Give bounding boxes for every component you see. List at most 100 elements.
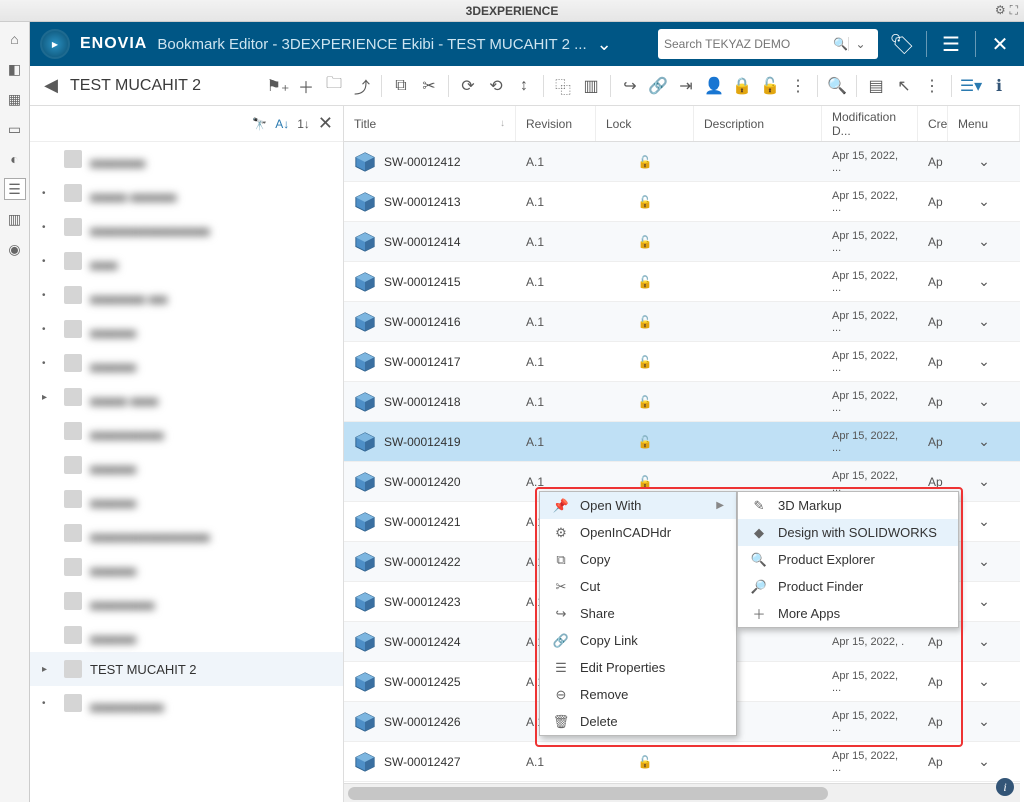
unlock-icon[interactable]: 🔓 — [757, 73, 783, 99]
menu-item[interactable]: 🗑Delete — [540, 708, 736, 735]
menu-item[interactable]: ⧉Copy — [540, 546, 736, 573]
row-menu-chevron-icon[interactable]: ⌄ — [978, 273, 990, 290]
search-icon[interactable]: 🔍 — [833, 37, 848, 51]
tree-item[interactable]: ▄▄▄▄▄ — [30, 448, 343, 482]
copy-icon[interactable]: ⧉ — [388, 73, 414, 99]
more2-icon[interactable]: ⋮ — [919, 73, 945, 99]
table-row[interactable]: SW-00012418 A.1 🔓 Apr 15, 2022, ... Ap ⌄ — [344, 382, 1020, 422]
compare-icon[interactable]: ▥ — [578, 73, 604, 99]
col-revision[interactable]: Revision — [516, 106, 596, 141]
tree-item[interactable]: • ▄▄▄ — [30, 244, 343, 278]
settings-gear-icon[interactable]: ⚙ — [995, 3, 1006, 18]
tree-item[interactable]: ▄▄▄▄▄ — [30, 482, 343, 516]
table-row[interactable]: SW-00012413 A.1 🔓 Apr 15, 2022, ... Ap ⌄ — [344, 182, 1020, 222]
row-menu-chevron-icon[interactable]: ⌄ — [978, 353, 990, 370]
row-menu-chevron-icon[interactable]: ⌄ — [978, 593, 990, 610]
filter-icon[interactable]: ▤ — [863, 73, 889, 99]
menu-item[interactable]: 📌Open With▶ — [540, 492, 736, 519]
tree-item[interactable]: ▄▄▄▄▄ — [30, 550, 343, 584]
submenu-item[interactable]: ◆Design with SOLIDWORKS — [738, 519, 958, 546]
row-menu-chevron-icon[interactable]: ⌄ — [978, 233, 990, 250]
tree-item[interactable]: ▄▄▄▄▄▄▄ — [30, 584, 343, 618]
search-tool-icon[interactable]: 🔍 — [824, 73, 850, 99]
table-row[interactable]: SW-00012419 A.1 🔓 Apr 15, 2022, ... Ap ⌄ — [344, 422, 1020, 462]
tree-item[interactable]: ▸ ▄▄▄▄ ▄▄▄ — [30, 380, 343, 414]
add-icon[interactable]: ＋ — [293, 73, 319, 99]
grid-icon[interactable]: ▥ — [4, 208, 26, 230]
search-dropdown-icon[interactable]: ⌄ — [848, 37, 872, 51]
more-icon[interactable]: ⋮ — [785, 73, 811, 99]
menu-item[interactable]: ✂Cut — [540, 573, 736, 600]
tree-item[interactable]: • ▄▄▄▄▄ — [30, 312, 343, 346]
row-menu-chevron-icon[interactable]: ⌄ — [978, 153, 990, 170]
horizontal-scrollbar[interactable] — [344, 783, 1020, 802]
col-lock[interactable]: Lock — [596, 106, 694, 141]
table-row[interactable]: SW-00012415 A.1 🔓 Apr 15, 2022, ... Ap ⌄ — [344, 262, 1020, 302]
list-view-icon[interactable]: ☰▾ — [958, 73, 984, 99]
row-menu-chevron-icon[interactable]: ⌄ — [978, 473, 990, 490]
close-icon[interactable]: ✕ — [986, 32, 1014, 57]
row-menu-chevron-icon[interactable]: ⌄ — [978, 193, 990, 210]
lock-icon[interactable]: 🔒 — [729, 73, 755, 99]
menu-icon[interactable]: ☰ — [937, 32, 965, 57]
search-input[interactable] — [664, 37, 833, 51]
refresh-icon[interactable]: ⟳ — [455, 73, 481, 99]
context-menu[interactable]: 📌Open With▶⚙OpenInCADHdr⧉Copy✂Cut↪Share🔗… — [539, 491, 737, 736]
row-menu-chevron-icon[interactable]: ⌄ — [978, 553, 990, 570]
tag-icon[interactable]: 🏷 — [888, 32, 916, 57]
tree-item[interactable]: • ▄▄▄▄ ▄▄▄▄▄ — [30, 176, 343, 210]
back-icon[interactable]: ◀ — [38, 73, 64, 99]
palette-icon[interactable]: ◐ — [4, 148, 26, 170]
col-title[interactable]: Title↓ — [344, 106, 516, 141]
col-created[interactable]: Cre — [918, 106, 948, 141]
list-icon[interactable]: ☰ — [4, 178, 26, 200]
table-row[interactable]: SW-00012412 A.1 🔓 Apr 15, 2022, ... Ap ⌄ — [344, 142, 1020, 182]
col-menu[interactable]: Menu — [948, 106, 1020, 141]
rev-icon[interactable]: ⟲ — [483, 73, 509, 99]
share-icon[interactable]: ↪ — [617, 73, 643, 99]
flag-add-icon[interactable]: ⚑₊ — [265, 73, 291, 99]
submenu-item[interactable]: ＋More Apps — [738, 600, 958, 627]
row-menu-chevron-icon[interactable]: ⌄ — [978, 513, 990, 530]
menu-item[interactable]: ☰Edit Properties — [540, 654, 736, 681]
tree-item[interactable]: • ▄▄▄▄▄▄▄▄ — [30, 686, 343, 720]
table-row[interactable]: SW-00012427 A.1 🔓 Apr 15, 2022, ... Ap ⌄ — [344, 742, 1020, 782]
sort-desc-icon[interactable]: 1↓ — [297, 117, 310, 131]
row-menu-chevron-icon[interactable]: ⌄ — [978, 673, 990, 690]
tree-item[interactable]: ▄▄▄▄▄ — [30, 618, 343, 652]
tree-item[interactable]: ▄▄▄▄▄▄▄▄▄▄▄▄▄ — [30, 516, 343, 550]
table-row[interactable]: SW-00012417 A.1 🔓 Apr 15, 2022, ... Ap ⌄ — [344, 342, 1020, 382]
context-submenu[interactable]: ✎3D Markup◆Design with SOLIDWORKS🔍Produc… — [737, 491, 959, 628]
tree-item[interactable]: • ▄▄▄▄▄▄ ▄▄ — [30, 278, 343, 312]
submenu-item[interactable]: ✎3D Markup — [738, 492, 958, 519]
duplicate-icon[interactable]: ⿻ — [550, 73, 576, 99]
table-row[interactable]: SW-00012414 A.1 🔓 Apr 15, 2022, ... Ap ⌄ — [344, 222, 1020, 262]
menu-item[interactable]: ⊖Remove — [540, 681, 736, 708]
tree-item[interactable]: ▸ TEST MUCAHIT 2 — [30, 652, 343, 686]
tree-item[interactable]: ▄▄▄▄▄▄ — [30, 142, 343, 176]
window-icon[interactable]: ▭ — [4, 118, 26, 140]
search-box[interactable]: 🔍 ⌄ — [658, 29, 878, 59]
clear-icon[interactable]: ✕ — [318, 113, 333, 134]
link-icon[interactable]: 🔗 — [645, 73, 671, 99]
row-menu-chevron-icon[interactable]: ⌄ — [978, 753, 990, 770]
info-badge-icon[interactable]: i — [996, 778, 1014, 796]
menu-item[interactable]: ↪Share — [540, 600, 736, 627]
cut-icon[interactable]: ✂ — [416, 73, 442, 99]
row-menu-chevron-icon[interactable]: ⌄ — [978, 713, 990, 730]
folder-plus-icon[interactable]: 🗀 — [321, 73, 347, 99]
home-icon[interactable]: ⌂ — [4, 28, 26, 50]
pointer-icon[interactable]: ↖ — [891, 73, 917, 99]
col-modification[interactable]: Modification D... — [822, 106, 918, 141]
import-icon[interactable]: ⇥ — [673, 73, 699, 99]
tree-item[interactable]: • ▄▄▄▄▄ — [30, 346, 343, 380]
cube-icon[interactable]: ◧ — [4, 58, 26, 80]
row-menu-chevron-icon[interactable]: ⌄ — [978, 393, 990, 410]
row-menu-chevron-icon[interactable]: ⌄ — [978, 633, 990, 650]
sort-asc-icon[interactable]: A↓ — [275, 117, 289, 131]
tree-item[interactable]: ▄▄▄▄▄▄▄▄ — [30, 414, 343, 448]
info-icon[interactable]: ℹ — [986, 73, 1012, 99]
header-dropdown-icon[interactable]: ⌄ — [597, 34, 612, 55]
folder-icon[interactable]: ▦ — [4, 88, 26, 110]
compass-small-icon[interactable]: ◉ — [4, 238, 26, 260]
